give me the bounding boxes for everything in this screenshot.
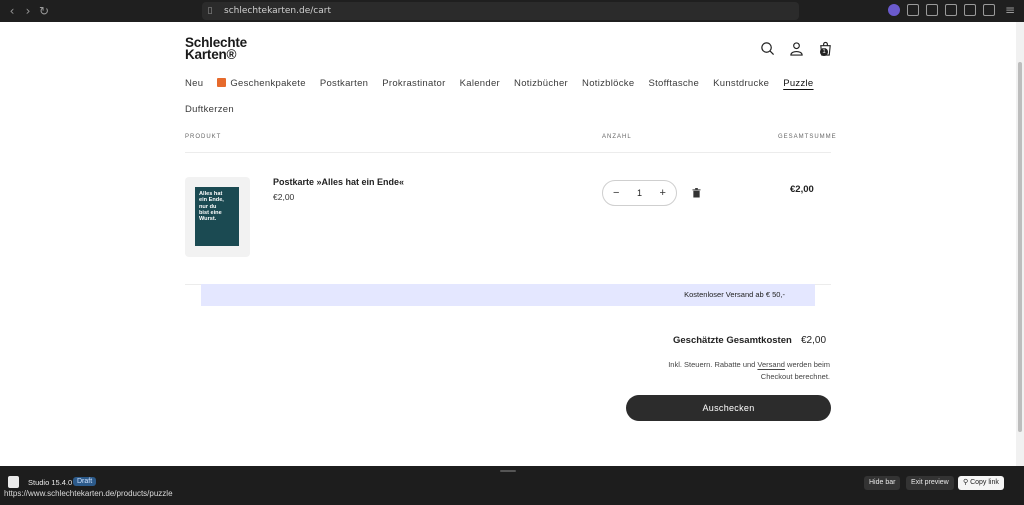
cart-page: Schlechte Karten® 1 Neu Geschenkpakete Pos… [0,22,1016,466]
increase-quantity-button[interactable]: + [660,187,666,199]
profile-icon[interactable] [888,4,900,16]
nav-prokrastinator[interactable]: Prokrastinator [382,78,445,89]
quantity-value[interactable]: 1 [637,188,642,198]
account-icon[interactable] [789,41,804,56]
exit-preview-button[interactable]: Exit preview [906,476,954,490]
free-shipping-banner: Kostenloser Versand ab € 50,- [201,284,815,306]
decrease-quantity-button[interactable]: − [613,187,619,199]
product-image[interactable]: Alles hat ein Ende, nur du bist eine Wur… [195,187,239,246]
product-name[interactable]: Postkarte »Alles hat ein Ende« [273,177,404,187]
logo-line-2: Karten® [185,47,237,62]
preview-bar: Studio 15.4.0 Draft Hide bar Exit previe… [0,466,1024,505]
ai-icon[interactable] [983,4,995,16]
gift-icon [217,78,227,87]
shipping-link[interactable]: Versand [757,360,785,369]
page-scrollbar[interactable] [1016,22,1024,466]
line-total: €2,00 [790,184,814,195]
product-price: €2,00 [273,192,295,202]
divider [185,152,831,153]
tax-note-text: Inkl. Steuern. Rabatte und [668,360,756,369]
nav-puzzle[interactable]: Puzzle [783,78,813,89]
estimated-total-label: Geschätzte Gesamtkosten [673,335,792,346]
main-nav: Neu Geschenkpakete Postkarten Prokrastinato… [185,78,835,130]
browser-toolbar: ‹ › ↻ ▯ schlechtekarten.de/cart ≡ [0,0,1024,22]
copy-link-label: Copy link [970,479,999,486]
nav-notizbloecke[interactable]: Notizblöcke [582,78,634,89]
reload-icon[interactable]: ↻ [36,4,52,18]
tax-note: Inkl. Steuern. Rabatte und Versand werde… [640,359,830,383]
screenshot-icon[interactable] [926,4,938,16]
site-logo[interactable]: Schlechte Karten® [185,36,247,62]
nav-postkarten[interactable]: Postkarten [320,78,368,89]
estimated-total-value: €2,00 [801,335,827,346]
scrollbar-thumb[interactable] [1018,62,1022,432]
card-text: Wurst. [199,216,217,223]
col-header-quantity: ANZAHL [602,134,632,140]
status-bar-url: https://www.schlechtekarten.de/products/… [4,489,173,498]
draft-badge: Draft [73,477,97,486]
wallet-icon[interactable] [964,4,976,16]
checkout-button[interactable]: Auschecken [626,395,831,421]
nav-stofftasche[interactable]: Stofftasche [648,78,699,89]
nav-kunstdrucke[interactable]: Kunstdrucke [713,78,769,89]
bookmark-icon[interactable]: ▯ [202,6,218,16]
cart-count-badge: 1 [820,48,828,56]
menu-icon[interactable]: ≡ [1002,3,1018,17]
nav-duftkerzen[interactable]: Duftkerzen [185,104,234,115]
col-header-total: GESAMTSUMME [778,134,837,140]
quantity-stepper: − 1 + [602,180,677,206]
nav-geschenkpakete[interactable]: Geschenkpakete [217,78,306,89]
back-icon[interactable]: ‹ [4,4,20,18]
forward-icon[interactable]: › [20,4,36,18]
nav-geschenkpakete-label: Geschenkpakete [230,78,306,89]
shopify-icon [8,476,19,488]
hide-bar-button[interactable]: Hide bar [864,476,901,490]
address-bar[interactable]: ▯ schlechtekarten.de/cart [202,2,799,20]
extensions-icon[interactable] [907,4,919,16]
copy-link-button[interactable]: ⚲ Copy link [958,476,1004,490]
theme-name: Studio 15.4.0 [28,478,73,487]
nav-neu[interactable]: Neu [185,78,203,89]
col-header-product: PRODUKT [185,134,222,140]
drag-handle[interactable] [500,470,516,472]
nav-notizbuecher[interactable]: Notizbücher [514,78,568,89]
nav-kalender[interactable]: Kalender [460,78,500,89]
url-text: schlechtekarten.de/cart [224,6,331,16]
search-icon[interactable] [760,41,775,56]
sidebar-icon[interactable] [945,4,957,16]
trash-icon[interactable] [692,188,701,198]
